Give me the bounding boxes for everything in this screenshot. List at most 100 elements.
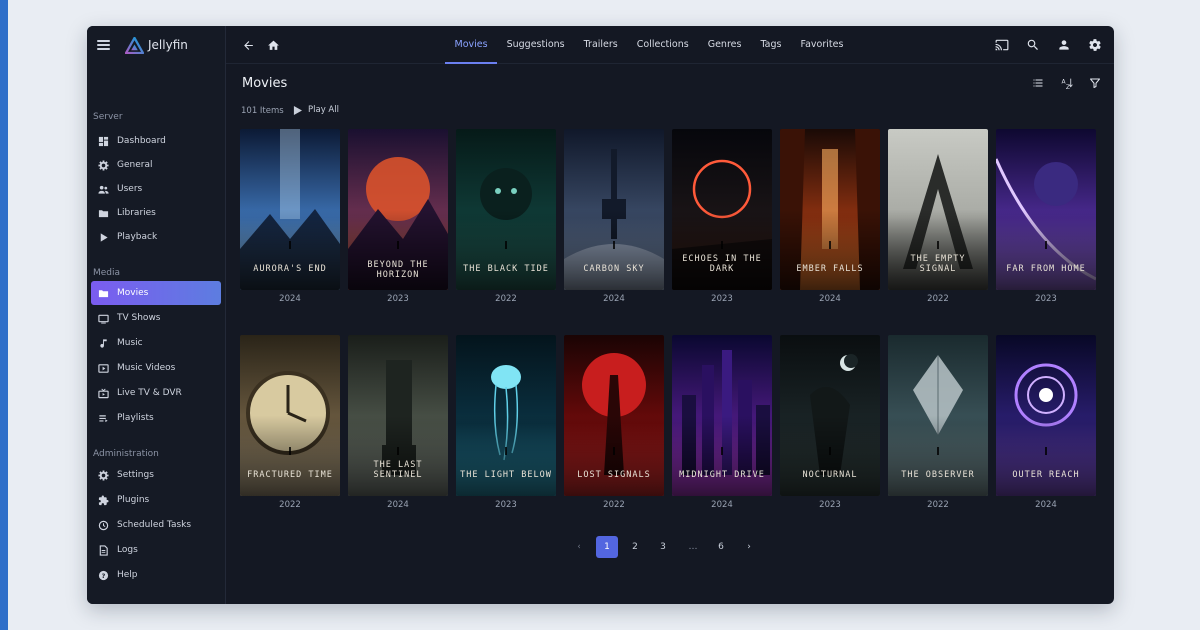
sidebar-item-scheduled-tasks[interactable]: Scheduled Tasks xyxy=(91,513,221,537)
movie-poster[interactable]: ECHOES IN THE DARK xyxy=(672,129,772,290)
movie-poster[interactable]: THE LIGHT BELOW xyxy=(456,335,556,496)
home-icon[interactable] xyxy=(265,37,281,53)
user-icon[interactable] xyxy=(1056,37,1072,53)
movie-poster[interactable]: FAR FROM HOME xyxy=(996,129,1096,290)
list-view-icon[interactable] xyxy=(1031,76,1045,90)
sidebar-item-label: Playlists xyxy=(117,413,154,423)
movie-year: 2023 xyxy=(387,294,409,304)
movie-poster[interactable]: THE OBSERVER xyxy=(888,335,988,496)
document-icon xyxy=(97,544,109,556)
hamburger-menu-icon[interactable] xyxy=(97,40,110,50)
play-icon xyxy=(293,105,302,115)
tab-genres[interactable]: Genres xyxy=(698,26,751,64)
sidebar-item-music[interactable]: Music xyxy=(91,331,221,355)
settings-gear-icon[interactable] xyxy=(1087,37,1103,53)
sidebar-item-label: Music xyxy=(117,338,143,348)
brand: Jellyfin xyxy=(87,26,225,64)
sidebar-item-plugins[interactable]: Plugins xyxy=(91,488,221,512)
sidebar-item-label: TV Shows xyxy=(117,313,161,323)
movie-card[interactable]: LOST SIGNALS 2022 xyxy=(564,335,664,510)
sidebar-item-logs[interactable]: Logs xyxy=(91,538,221,562)
movie-poster[interactable]: NOCTURNAL xyxy=(780,335,880,496)
movie-year: 2022 xyxy=(603,500,625,510)
sidebar-section-title: Server xyxy=(93,112,123,122)
movie-card[interactable]: EMBER FALLS 2024 xyxy=(780,129,880,304)
sidebar-item-playlists[interactable]: Playlists xyxy=(91,406,221,430)
movie-title: OUTER REACH xyxy=(1012,470,1080,480)
movie-card[interactable]: AURORA'S END 2024 xyxy=(240,129,340,304)
filter-icon[interactable] xyxy=(1088,76,1102,90)
movie-card[interactable]: BEYOND THE HORIZON 2023 xyxy=(348,129,448,304)
pagination: ‹ 1 2 3 … 6 › xyxy=(226,536,1114,558)
movie-card[interactable]: THE LAST SENTINEL 2024 xyxy=(348,335,448,510)
play-all-button[interactable]: Play All xyxy=(293,105,339,115)
help-icon: ? xyxy=(97,569,109,581)
cast-icon[interactable] xyxy=(994,37,1010,53)
sidebar-item-libraries[interactable]: Libraries xyxy=(91,201,221,225)
movie-grid: AURORA'S END 2024 BEYOND THE HORIZON 2023 … xyxy=(240,129,1102,541)
movie-card[interactable]: FRACTURED TIME 2022 xyxy=(240,335,340,510)
movie-poster[interactable]: CARBON SKY xyxy=(564,129,664,290)
back-arrow-icon[interactable] xyxy=(240,37,256,53)
tab-movies[interactable]: Movies xyxy=(445,26,498,64)
next-page-button[interactable]: › xyxy=(738,536,760,558)
movie-card[interactable]: THE BLACK TIDE 2022 xyxy=(456,129,556,304)
movie-card[interactable]: THE OBSERVER 2022 xyxy=(888,335,988,510)
sidebar-item-tv-shows[interactable]: TV Shows xyxy=(91,306,221,330)
movie-poster[interactable]: LOST SIGNALS xyxy=(564,335,664,496)
movie-card[interactable]: THE LIGHT BELOW 2023 xyxy=(456,335,556,510)
sidebar-item-label: Logs xyxy=(117,545,138,555)
main-content: Movies Suggestions Trailers Collections Genr… xyxy=(226,26,1114,604)
page-button-3[interactable]: 3 xyxy=(652,536,674,558)
movie-title: THE EMPTY SIGNAL xyxy=(910,254,966,274)
sidebar-item-label: Live TV & DVR xyxy=(117,388,182,398)
sidebar-item-playback[interactable]: Playback xyxy=(91,225,221,249)
movie-poster[interactable]: THE EMPTY SIGNAL xyxy=(888,129,988,290)
sidebar-item-help[interactable]: ? Help xyxy=(91,563,221,587)
sidebar-item-live-tv-dvr[interactable]: Live TV & DVR xyxy=(91,381,221,405)
movie-poster[interactable]: MIDNIGHT DRIVE xyxy=(672,335,772,496)
movie-card[interactable]: NOCTURNAL 2023 xyxy=(780,335,880,510)
movie-year: 2022 xyxy=(927,294,949,304)
movie-card[interactable]: CARBON SKY 2024 xyxy=(564,129,664,304)
tab-tags[interactable]: Tags xyxy=(751,26,791,64)
sidebar: Jellyfin Server Dashboard General Users Libr… xyxy=(87,26,226,604)
gear-icon xyxy=(97,159,109,171)
pagination-ellipsis: … xyxy=(688,542,698,552)
sort-az-icon[interactable]: AZ xyxy=(1060,76,1074,90)
sidebar-item-users[interactable]: Users xyxy=(91,177,221,201)
movie-card[interactable]: OUTER REACH 2024 xyxy=(996,335,1096,510)
movie-poster[interactable]: THE BLACK TIDE xyxy=(456,129,556,290)
movie-poster[interactable]: FRACTURED TIME xyxy=(240,335,340,496)
tab-trailers[interactable]: Trailers xyxy=(574,26,627,64)
sidebar-item-general[interactable]: General xyxy=(91,153,221,177)
movie-title: THE BLACK TIDE xyxy=(463,264,549,274)
sidebar-item-settings[interactable]: Settings xyxy=(91,463,221,487)
movie-title: ECHOES IN THE DARK xyxy=(682,254,762,274)
movie-poster[interactable]: AURORA'S END xyxy=(240,129,340,290)
search-icon[interactable] xyxy=(1025,37,1041,53)
sidebar-item-movies[interactable]: Movies xyxy=(91,281,221,305)
page-button-1[interactable]: 1 xyxy=(596,536,618,558)
movie-title: THE OBSERVER xyxy=(901,470,975,480)
dashboard-icon xyxy=(97,135,109,147)
movie-card[interactable]: ECHOES IN THE DARK 2023 xyxy=(672,129,772,304)
tab-favorites[interactable]: Favorites xyxy=(791,26,853,64)
sidebar-item-music-videos[interactable]: Music Videos xyxy=(91,356,221,380)
movie-card[interactable]: MIDNIGHT DRIVE 2024 xyxy=(672,335,772,510)
tab-suggestions[interactable]: Suggestions xyxy=(497,26,574,64)
item-count: 101 Items xyxy=(241,106,284,116)
movie-poster[interactable]: BEYOND THE HORIZON xyxy=(348,129,448,290)
movie-card[interactable]: FAR FROM HOME 2023 xyxy=(996,129,1096,304)
sidebar-item-dashboard[interactable]: Dashboard xyxy=(91,129,221,153)
gear-icon xyxy=(97,469,109,481)
movie-poster[interactable]: EMBER FALLS xyxy=(780,129,880,290)
left-accent-strip xyxy=(0,0,8,630)
movie-card[interactable]: THE EMPTY SIGNAL 2022 xyxy=(888,129,988,304)
previous-page-button[interactable]: ‹ xyxy=(568,536,590,558)
tab-collections[interactable]: Collections xyxy=(627,26,698,64)
page-button-6[interactable]: 6 xyxy=(710,536,732,558)
movie-poster[interactable]: OUTER REACH xyxy=(996,335,1096,496)
movie-poster[interactable]: THE LAST SENTINEL xyxy=(348,335,448,496)
page-button-2[interactable]: 2 xyxy=(624,536,646,558)
